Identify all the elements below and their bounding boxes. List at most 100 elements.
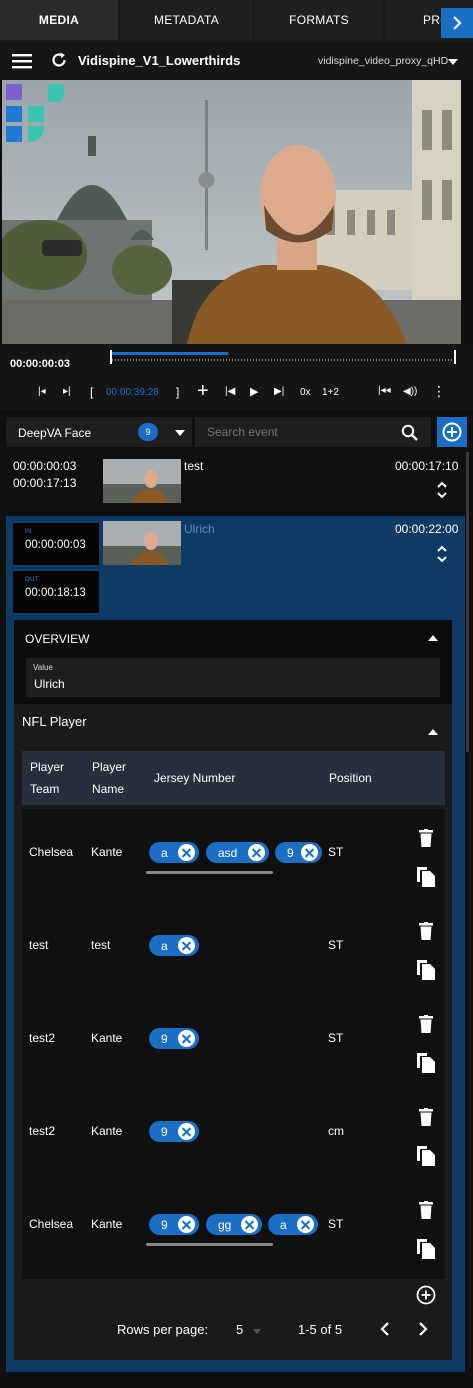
jersey-chip[interactable]: 9 <box>149 1028 199 1049</box>
mark-in-icon[interactable]: [ <box>90 385 93 399</box>
step-forward-icon[interactable]: ▸| <box>63 386 71 397</box>
delete-icon[interactable] <box>419 1015 433 1033</box>
add-event-button[interactable] <box>437 417 467 447</box>
delete-icon[interactable] <box>419 829 433 847</box>
cell-team: Chelsea <box>29 845 74 859</box>
cell-position: cm <box>328 1124 344 1138</box>
item-duration: 00:00:17:10 <box>395 459 459 473</box>
cell-name: Kante <box>91 1031 123 1045</box>
menu-icon[interactable] <box>12 53 32 69</box>
column-header-position[interactable]: Position <box>329 767 372 789</box>
audio-channels[interactable]: 1+2 <box>322 387 339 398</box>
column-header-line1: Player <box>92 760 127 774</box>
tab-scroll-right-button[interactable] <box>441 8 473 38</box>
skip-forward-icon[interactable]: ▶| <box>274 386 284 397</box>
jersey-chip[interactable]: 9 <box>149 1214 199 1235</box>
delete-icon[interactable] <box>419 922 433 940</box>
column-header-line1: Jersey Number <box>154 771 236 785</box>
table-row: test2 Kante 9 cm <box>22 1088 445 1181</box>
jersey-chip[interactable]: a <box>268 1214 318 1235</box>
item-label: test <box>184 459 204 473</box>
search-event-field[interactable] <box>195 417 431 447</box>
jersey-chip[interactable]: 9 <box>149 1121 199 1142</box>
jersey-chip[interactable]: gg <box>206 1214 262 1235</box>
refresh-icon[interactable] <box>50 51 68 69</box>
expand-collapse-icon[interactable] <box>436 480 448 500</box>
copy-icon[interactable] <box>417 1053 435 1073</box>
close-icon[interactable] <box>248 844 265 861</box>
collapse-icon[interactable] <box>428 729 438 735</box>
chip-label: asd <box>218 845 238 860</box>
copy-icon[interactable] <box>417 867 435 887</box>
copy-icon[interactable] <box>417 1146 435 1166</box>
chip-label: a <box>161 845 168 860</box>
volume-icon[interactable]: ◀)) <box>403 386 417 397</box>
chips-scrollbar[interactable] <box>146 871 273 874</box>
value-field[interactable]: Value Ulrich <box>26 658 440 697</box>
close-icon[interactable] <box>178 1030 195 1047</box>
previous-page-icon[interactable] <box>380 1322 390 1336</box>
cell-name: Kante <box>91 1124 123 1138</box>
expand-collapse-icon[interactable] <box>436 544 448 564</box>
close-icon[interactable] <box>178 937 195 954</box>
nfl-player-section: NFL Player Player Team Player Name Jersey … <box>14 704 452 1360</box>
copy-icon[interactable] <box>417 1239 435 1259</box>
go-to-start-icon[interactable]: |◂◂ <box>378 385 391 396</box>
add-row-icon[interactable] <box>416 1285 436 1305</box>
tab-media[interactable]: MEDIA <box>0 0 118 40</box>
proxy-select[interactable]: vidispine_video_proxy_qHD <box>318 55 448 67</box>
mark-out-icon[interactable]: ] <box>176 385 179 399</box>
tab-metadata[interactable]: METADATA <box>120 0 253 40</box>
detector-select[interactable]: DeepVA Face 9 <box>6 417 192 447</box>
close-icon[interactable] <box>241 1216 258 1233</box>
list-scrollbar[interactable] <box>466 452 469 752</box>
jersey-chip[interactable]: a <box>149 842 199 863</box>
timeline-scrubber[interactable] <box>110 350 456 368</box>
table-body: Chelsea Kante a asd 9 ST test test a ST … <box>22 809 445 1279</box>
jersey-chip[interactable]: a <box>149 935 199 956</box>
cell-name: Kante <box>91 845 123 859</box>
jersey-chip[interactable]: 9 <box>275 842 322 863</box>
close-icon[interactable] <box>297 1216 314 1233</box>
column-header-jersey[interactable]: Jersey Number <box>154 767 235 789</box>
out-timecode-box[interactable]: OUT 00:00:18:13 <box>13 571 99 613</box>
play-icon[interactable]: ▶ <box>250 385 258 398</box>
more-vertical-icon[interactable]: ⋮ <box>432 383 446 400</box>
playback-speed[interactable]: 0x <box>300 387 311 398</box>
add-marker-icon[interactable]: + <box>197 380 209 403</box>
table-row: test2 Kante 9 ST <box>22 995 445 1088</box>
next-page-icon[interactable] <box>418 1322 428 1336</box>
step-back-icon[interactable]: |◂ <box>38 386 46 397</box>
search-event-input[interactable] <box>195 417 391 447</box>
current-timecode: 00:00:00:03 <box>10 358 70 370</box>
chevron-down-icon[interactable] <box>448 59 458 65</box>
search-icon[interactable] <box>401 424 418 441</box>
in-timecode-box[interactable]: IN 00:00:00:03 <box>13 523 99 565</box>
rows-per-page-select[interactable]: 5 <box>236 1320 276 1340</box>
close-icon[interactable] <box>178 1123 195 1140</box>
column-header-team[interactable]: Player Team <box>30 756 64 800</box>
item-duration: 00:00:22:00 <box>395 522 459 536</box>
close-icon[interactable] <box>178 844 195 861</box>
delete-icon[interactable] <box>419 1201 433 1219</box>
cell-name: test <box>91 938 111 952</box>
chip-label: gg <box>218 1217 232 1232</box>
close-icon[interactable] <box>178 1216 195 1233</box>
table-header: Player Team Player Name Jersey Number Posi… <box>22 751 445 805</box>
chips-scrollbar[interactable] <box>146 1243 273 1246</box>
chip-label: a <box>280 1217 287 1232</box>
column-header-name[interactable]: Player Name <box>92 756 126 800</box>
asset-header: Vidispine_V1_Lowerthirds vidispine_video… <box>0 42 473 80</box>
asset-title: Vidispine_V1_Lowerthirds <box>78 53 241 68</box>
tab-formats[interactable]: FORMATS <box>255 0 383 40</box>
close-icon[interactable] <box>301 844 318 861</box>
jersey-chip[interactable]: asd <box>206 842 269 863</box>
in-timecode: 00:00:00:03 <box>25 539 86 551</box>
collapse-icon[interactable] <box>428 635 438 641</box>
skip-back-icon[interactable]: |◀ <box>225 386 235 397</box>
copy-icon[interactable] <box>417 960 435 980</box>
delete-icon[interactable] <box>419 1108 433 1126</box>
event-list-item[interactable]: 00:00:00:03 00:00:17:13 test 00:00:17:10 <box>6 452 465 510</box>
overview-title: OVERVIEW <box>25 632 90 646</box>
video-player[interactable] <box>2 80 461 344</box>
